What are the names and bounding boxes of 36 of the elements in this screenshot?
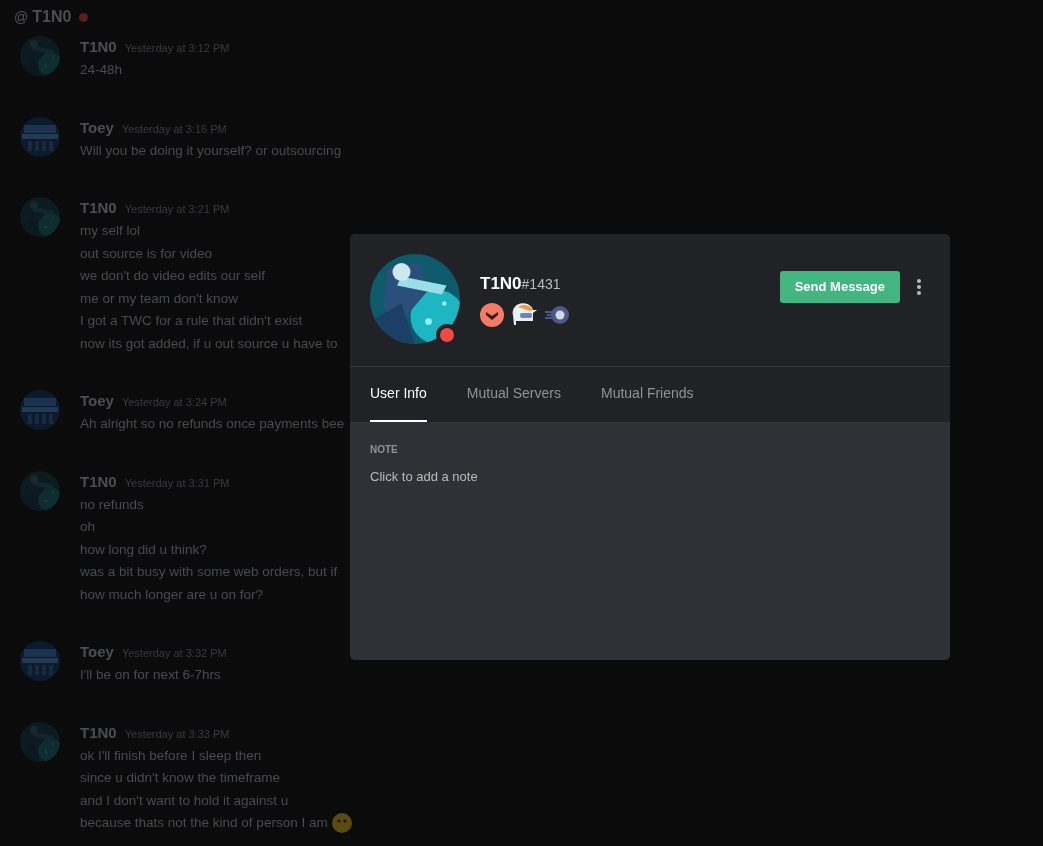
profile-tab[interactable]: Mutual Friends bbox=[600, 367, 694, 422]
message-text: me or my team don't know bbox=[80, 289, 238, 308]
profile-tab[interactable]: Mutual Servers bbox=[466, 367, 561, 422]
author-name: T1N0 bbox=[80, 471, 117, 492]
message-text: because thats not the kind of person I am bbox=[80, 814, 328, 832]
message-text: how long did u think? bbox=[80, 540, 207, 559]
message-text: we don't do video edits our self bbox=[80, 267, 265, 285]
profile-tab[interactable]: User Info bbox=[370, 367, 427, 422]
message-text: I'll be on for next 6-7hrs bbox=[80, 666, 221, 684]
author-name: Toey bbox=[80, 642, 114, 662]
at-sign: @ bbox=[14, 7, 29, 27]
message-text: out source is for video bbox=[80, 244, 213, 263]
note-field[interactable]: Click to add a note bbox=[370, 467, 670, 487]
chevron-badge-icon bbox=[480, 302, 504, 327]
note-heading: NOTE bbox=[370, 443, 399, 457]
discriminator: #1431 bbox=[521, 275, 561, 295]
message-text: oh bbox=[80, 518, 96, 536]
author-name: Toey bbox=[80, 391, 114, 411]
message-text: 24-48h bbox=[80, 61, 123, 79]
message-text: my self lol bbox=[80, 222, 140, 240]
message-text: was a bit busy with some web orders, but if bbox=[80, 563, 338, 581]
author-name: T1N0 bbox=[80, 37, 117, 57]
message-text: since u didn't know the timeframe bbox=[80, 769, 280, 787]
message-text: ok I'll finish before I sleep then bbox=[80, 746, 262, 765]
channel-title: T1N0 bbox=[32, 7, 72, 27]
message-text: now its got added, if u out source u have to bbox=[80, 334, 338, 353]
message-text: how much longer are u on for? bbox=[80, 585, 264, 604]
message-text: Will you be doing it yourself? or outsourcing bbox=[80, 141, 342, 160]
author-name: T1N0 bbox=[80, 722, 117, 743]
more-icon[interactable] bbox=[916, 278, 922, 296]
author-name: T1N0 bbox=[80, 198, 117, 218]
message-text: no refunds bbox=[80, 495, 144, 514]
username: T1N0 bbox=[480, 273, 522, 296]
helmet-badge-icon bbox=[510, 302, 538, 327]
author-name: Toey bbox=[80, 117, 114, 138]
message-text: Ah alright so no refunds once payments bee bbox=[80, 415, 345, 433]
